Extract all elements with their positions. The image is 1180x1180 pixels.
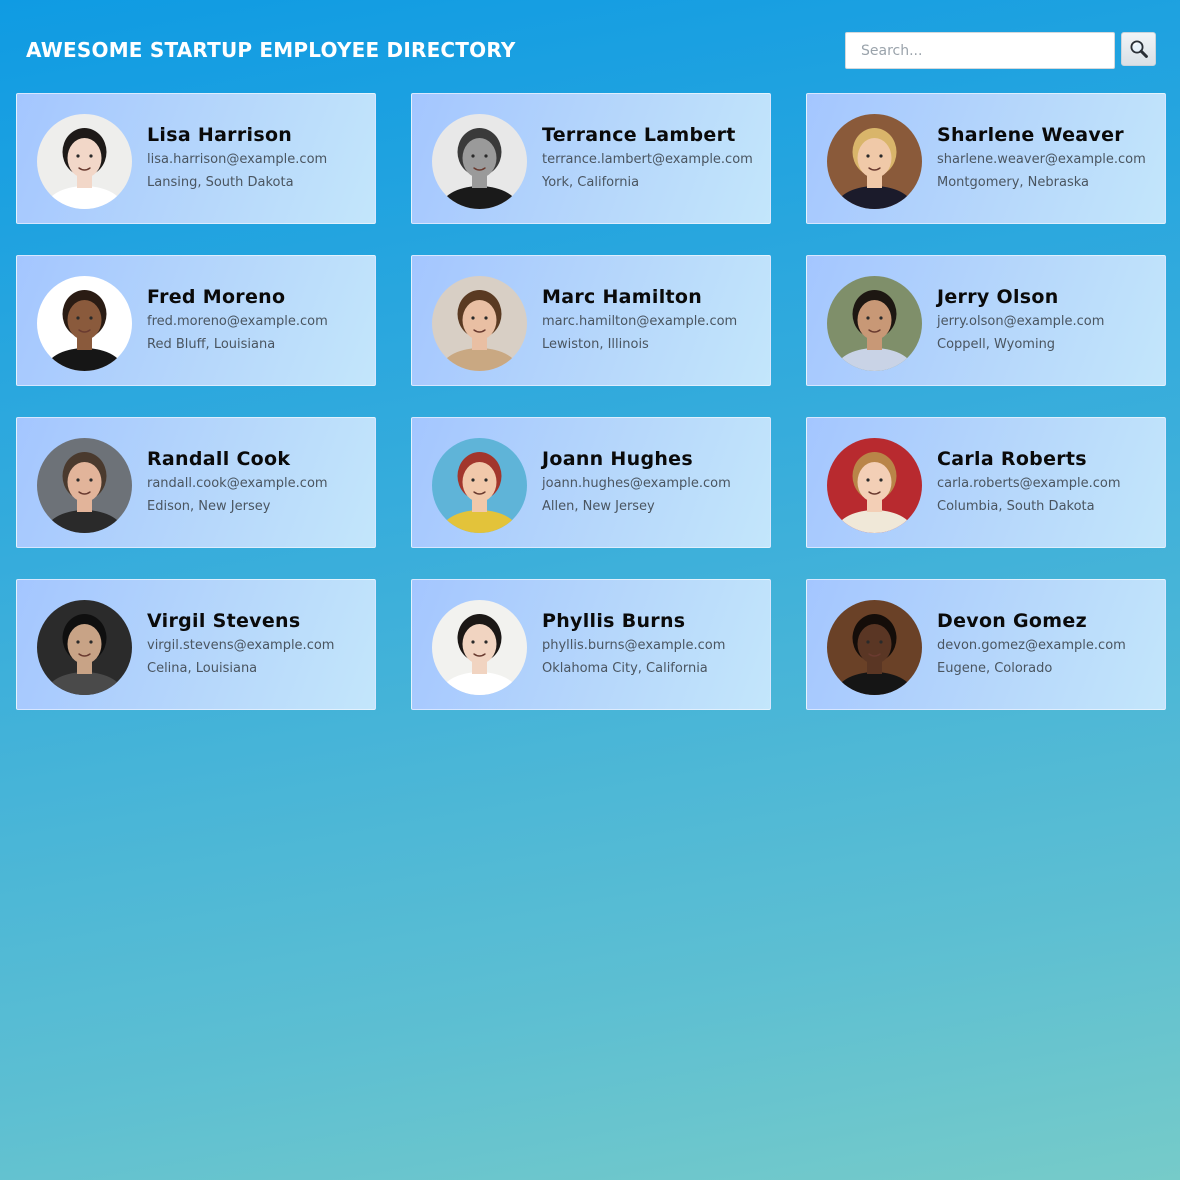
person-portrait-icon bbox=[37, 600, 132, 695]
employee-email: joann.hughes@example.com bbox=[542, 476, 731, 491]
employee-name: Sharlene Weaver bbox=[937, 124, 1124, 146]
employee-location: Oklahoma City, California bbox=[542, 661, 708, 676]
employee-info: Lisa Harrison lisa.harrison@example.com La… bbox=[147, 122, 373, 192]
employee-info: Fred Moreno fred.moreno@example.com Red Bl… bbox=[147, 284, 373, 354]
magnifying-glass-icon bbox=[1130, 40, 1148, 58]
employee-info: Jerry Olson jerry.olson@example.com Coppel… bbox=[937, 284, 1163, 354]
person-portrait-icon bbox=[432, 114, 527, 209]
person-portrait-icon bbox=[827, 114, 922, 209]
employee-info: Randall Cook randall.cook@example.com Edis… bbox=[147, 446, 373, 516]
employee-name: Carla Roberts bbox=[937, 448, 1087, 470]
employee-location: Eugene, Colorado bbox=[937, 661, 1053, 676]
employee-email: virgil.stevens@example.com bbox=[147, 638, 335, 653]
employee-name: Virgil Stevens bbox=[147, 610, 301, 632]
employee-avatar bbox=[432, 276, 527, 371]
employee-name: Marc Hamilton bbox=[542, 286, 703, 308]
employee-info: Phyllis Burns phyllis.burns@example.com Ok… bbox=[542, 608, 768, 678]
employee-location: Montgomery, Nebraska bbox=[937, 175, 1090, 190]
employee-name: Randall Cook bbox=[147, 448, 291, 470]
person-portrait-icon bbox=[37, 114, 132, 209]
employee-email: marc.hamilton@example.com bbox=[542, 314, 738, 329]
employee-name: Devon Gomez bbox=[937, 610, 1087, 632]
employee-email: phyllis.burns@example.com bbox=[542, 638, 726, 653]
employee-card[interactable]: Sharlene Weaver sharlene.weaver@example.c… bbox=[806, 93, 1166, 224]
employee-avatar bbox=[37, 276, 132, 371]
employee-avatar bbox=[432, 114, 527, 209]
employee-location: Lansing, South Dakota bbox=[147, 175, 294, 190]
employee-info: Carla Roberts carla.roberts@example.com Co… bbox=[937, 446, 1163, 516]
page-header: AWESOME STARTUP EMPLOYEE DIRECTORY bbox=[0, 0, 1180, 90]
employee-info: Joann Hughes joann.hughes@example.com Alle… bbox=[542, 446, 768, 516]
employee-email: fred.moreno@example.com bbox=[147, 314, 328, 329]
employee-location: Celina, Louisiana bbox=[147, 661, 258, 676]
employee-avatar bbox=[827, 600, 922, 695]
employee-card[interactable]: Fred Moreno fred.moreno@example.com Red Bl… bbox=[16, 255, 376, 386]
employee-info: Terrance Lambert terrance.lambert@example… bbox=[542, 122, 768, 192]
employee-location: Columbia, South Dakota bbox=[937, 499, 1095, 514]
employee-info: Virgil Stevens virgil.stevens@example.com… bbox=[147, 608, 373, 678]
person-portrait-icon bbox=[37, 438, 132, 533]
page-title: AWESOME STARTUP EMPLOYEE DIRECTORY bbox=[26, 38, 516, 62]
employee-info: Marc Hamilton marc.hamilton@example.com Le… bbox=[542, 284, 768, 354]
employee-card[interactable]: Carla Roberts carla.roberts@example.com Co… bbox=[806, 417, 1166, 548]
employee-info: Sharlene Weaver sharlene.weaver@example.c… bbox=[937, 122, 1163, 192]
employee-avatar bbox=[827, 438, 922, 533]
employee-avatar bbox=[432, 438, 527, 533]
employee-email: terrance.lambert@example.com bbox=[542, 152, 753, 167]
employee-avatar bbox=[37, 600, 132, 695]
person-portrait-icon bbox=[432, 600, 527, 695]
employee-avatar bbox=[827, 276, 922, 371]
employee-card[interactable]: Lisa Harrison lisa.harrison@example.com La… bbox=[16, 93, 376, 224]
person-portrait-icon bbox=[827, 438, 922, 533]
person-portrait-icon bbox=[827, 600, 922, 695]
employee-avatar bbox=[37, 438, 132, 533]
employee-email: jerry.olson@example.com bbox=[937, 314, 1105, 329]
employee-avatar bbox=[432, 600, 527, 695]
employee-info: Devon Gomez devon.gomez@example.com Eugene… bbox=[937, 608, 1163, 678]
employee-email: lisa.harrison@example.com bbox=[147, 152, 328, 167]
employee-card[interactable]: Terrance Lambert terrance.lambert@example… bbox=[411, 93, 771, 224]
employee-email: randall.cook@example.com bbox=[147, 476, 328, 491]
employee-name: Joann Hughes bbox=[542, 448, 693, 470]
employee-location: Coppell, Wyoming bbox=[937, 337, 1056, 352]
employee-email: sharlene.weaver@example.com bbox=[937, 152, 1146, 167]
employee-name: Jerry Olson bbox=[937, 286, 1059, 308]
search-input[interactable] bbox=[845, 32, 1115, 69]
employee-card[interactable]: Devon Gomez devon.gomez@example.com Eugene… bbox=[806, 579, 1166, 710]
employee-gallery: Lisa Harrison lisa.harrison@example.com La… bbox=[16, 93, 1166, 710]
employee-card[interactable]: Marc Hamilton marc.hamilton@example.com Le… bbox=[411, 255, 771, 386]
person-portrait-icon bbox=[432, 276, 527, 371]
employee-card[interactable]: Virgil Stevens virgil.stevens@example.com… bbox=[16, 579, 376, 710]
person-portrait-icon bbox=[432, 438, 527, 533]
employee-location: Edison, New Jersey bbox=[147, 499, 271, 514]
employee-name: Terrance Lambert bbox=[542, 124, 736, 146]
employee-name: Fred Moreno bbox=[147, 286, 286, 308]
employee-name: Lisa Harrison bbox=[147, 124, 293, 146]
search-button[interactable] bbox=[1121, 32, 1156, 66]
person-portrait-icon bbox=[37, 276, 132, 371]
employee-avatar bbox=[827, 114, 922, 209]
employee-name: Phyllis Burns bbox=[542, 610, 686, 632]
person-portrait-icon bbox=[827, 276, 922, 371]
employee-card[interactable]: Jerry Olson jerry.olson@example.com Coppel… bbox=[806, 255, 1166, 386]
employee-email: devon.gomez@example.com bbox=[937, 638, 1126, 653]
employee-location: Red Bluff, Louisiana bbox=[147, 337, 276, 352]
employee-email: carla.roberts@example.com bbox=[937, 476, 1121, 491]
employee-card[interactable]: Joann Hughes joann.hughes@example.com Alle… bbox=[411, 417, 771, 548]
employee-avatar bbox=[37, 114, 132, 209]
employee-card[interactable]: Randall Cook randall.cook@example.com Edis… bbox=[16, 417, 376, 548]
employee-card[interactable]: Phyllis Burns phyllis.burns@example.com Ok… bbox=[411, 579, 771, 710]
employee-location: Allen, New Jersey bbox=[542, 499, 655, 514]
employee-location: Lewiston, Illinois bbox=[542, 337, 649, 352]
employee-location: York, California bbox=[542, 175, 640, 190]
